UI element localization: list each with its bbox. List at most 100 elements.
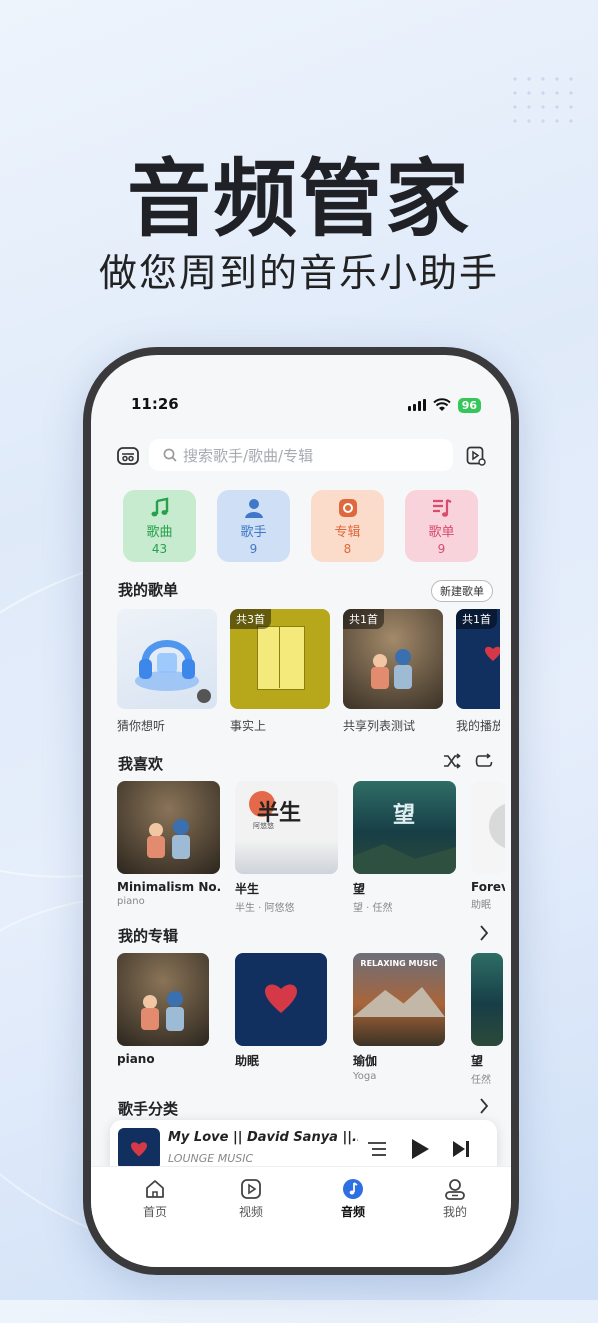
video-settings-icon[interactable] [463,443,489,469]
playlist-cover [117,609,217,709]
albums-more-chevron-icon[interactable] [479,925,489,945]
song-card[interactable]: 望 望 望 · 任然 [353,781,456,914]
singers-more-chevron-icon[interactable] [479,1098,489,1118]
search-input[interactable]: 搜索歌手/歌曲/专辑 [149,439,453,471]
song-cover [471,781,505,874]
next-icon[interactable] [451,1139,471,1163]
tab-audio[interactable]: 音频 [323,1177,383,1220]
category-label: 歌手 [240,524,267,540]
album-cover [235,953,327,1046]
category-count: 9 [249,541,258,556]
playlist-cover: 共1首 [456,609,500,709]
category-singers[interactable]: 歌手 9 [217,490,290,562]
battery-icon: 96 [457,398,481,413]
song-subtitle: 助眠 [471,900,491,911]
heart-icon [265,984,297,1013]
shuffle-icon[interactable] [443,753,461,773]
new-playlist-button[interactable]: 新建歌单 [431,580,493,602]
tab-profile[interactable]: 我的 [425,1177,485,1220]
favorites-row: Minimalism No... piano 半生 阿悠悠 半生 半生 · 阿悠… [117,781,511,914]
album-card[interactable]: 助眠 [235,953,327,1086]
playlist-icon [432,498,451,517]
playlist-name: 猜你想听 [117,719,166,733]
category-label: 歌曲 [146,524,173,540]
category-songs[interactable]: 歌曲 43 [123,490,196,562]
tab-label: 我的 [442,1205,467,1219]
album-subtitle: Yoga [353,1071,377,1082]
category-count: 43 [151,541,168,556]
play-mini-icon [197,689,211,703]
video-icon [241,1179,261,1199]
song-title: 半生 [235,882,260,896]
tab-video[interactable]: 视频 [221,1177,281,1220]
album-card[interactable]: RELAXING MUSIC 瑜伽 Yoga [353,953,445,1086]
music-note-icon [151,497,168,516]
play-icon[interactable] [409,1137,431,1165]
playlist-name: 事实上 [230,719,267,733]
my-playlists-title: 我的歌单 [118,581,179,599]
phone-screen: 11:26 96 搜索歌手/歌曲/专辑 歌曲 43 歌手 9 专辑 8 歌单 9… [91,355,511,1267]
category-playlists[interactable]: 歌单 9 [405,490,478,562]
playlist-card[interactable]: 猜你想听 [117,609,217,734]
playlist-card[interactable]: 共3首 事实上 [230,609,330,734]
album-title: 助眠 [235,1054,260,1068]
search-icon [163,448,177,462]
category-count: 9 [437,541,446,556]
top-bar: 搜索歌手/歌曲/专辑 [91,439,511,473]
albums-row: piano 助眠 RELAXING MUSIC 瑜伽 Yoga 望 任然 [117,953,511,1086]
song-count-badge: 共1首 [456,609,497,629]
song-card[interactable]: Minimalism No... piano [117,781,220,914]
album-title: 望 [471,1054,484,1068]
song-subtitle: 望 · 任然 [353,903,393,914]
wifi-icon [433,398,451,411]
album-title: 瑜伽 [353,1054,378,1068]
song-subtitle: piano [117,896,145,907]
search-placeholder: 搜索歌手/歌曲/专辑 [183,446,314,465]
category-label: 专辑 [334,524,361,540]
category-count: 8 [343,541,352,556]
category-grid: 歌曲 43 歌手 9 专辑 8 歌单 9 [123,490,511,562]
queue-icon[interactable] [367,1140,387,1162]
album-cover: RELAXING MUSIC [353,953,445,1046]
settings-toggle-icon[interactable] [115,443,141,469]
heart-icon [485,646,500,661]
repeat-icon[interactable] [475,753,493,773]
playlist-card[interactable]: 共1首 我的播放 [456,609,500,734]
tab-label: 首页 [142,1205,167,1219]
tab-bar: 首页 视频 音频 我的 [91,1166,511,1267]
playlist-cover: 共1首 [343,609,443,709]
tab-home[interactable]: 首页 [125,1177,185,1220]
category-label: 歌单 [428,524,455,540]
playlist-card[interactable]: 共1首 共享列表测试 [343,609,443,734]
status-time: 11:26 [131,395,179,413]
song-card[interactable]: Forev 助眠 [471,781,505,914]
album-card[interactable]: 望 任然 [471,953,503,1086]
playlist-name: 共享列表测试 [343,719,416,733]
song-count-badge: 共3首 [230,609,271,629]
singers-title: 歌手分类 [118,1100,179,1118]
song-title: Forev [471,880,505,894]
song-card[interactable]: 半生 阿悠悠 半生 半生 · 阿悠悠 [235,781,338,914]
playlist-row: 猜你想听 共3首 事实上 共1首 共享列表测试 共1首 我的播放 [117,609,511,734]
song-title: 望 [353,882,366,896]
category-albums[interactable]: 专辑 8 [311,490,384,562]
album-icon [338,498,357,517]
album-card[interactable]: piano [117,953,209,1086]
my-albums-title: 我的专辑 [118,927,179,945]
song-title: Minimalism No... [117,880,220,894]
profile-icon [445,1179,465,1200]
singer-icon [244,498,263,518]
hero-subtitle: 做您周到的音乐小助手 [98,251,499,295]
cover-title: RELAXING MUSIC [360,959,438,968]
decorative-dots [508,72,580,124]
favorites-title: 我喜欢 [118,755,164,773]
player-cover [118,1128,160,1170]
album-subtitle: 任然 [471,1075,491,1086]
status-bar: 11:26 96 [91,395,511,417]
hero-title: 音频管家 [126,150,471,248]
playlist-cover: 共3首 [230,609,330,709]
song-count-badge: 共1首 [343,609,384,629]
player-subtitle: LOUNGE MUSIC [168,1152,254,1165]
tab-label: 音频 [340,1205,365,1219]
song-subtitle: 半生 · 阿悠悠 [235,903,295,914]
